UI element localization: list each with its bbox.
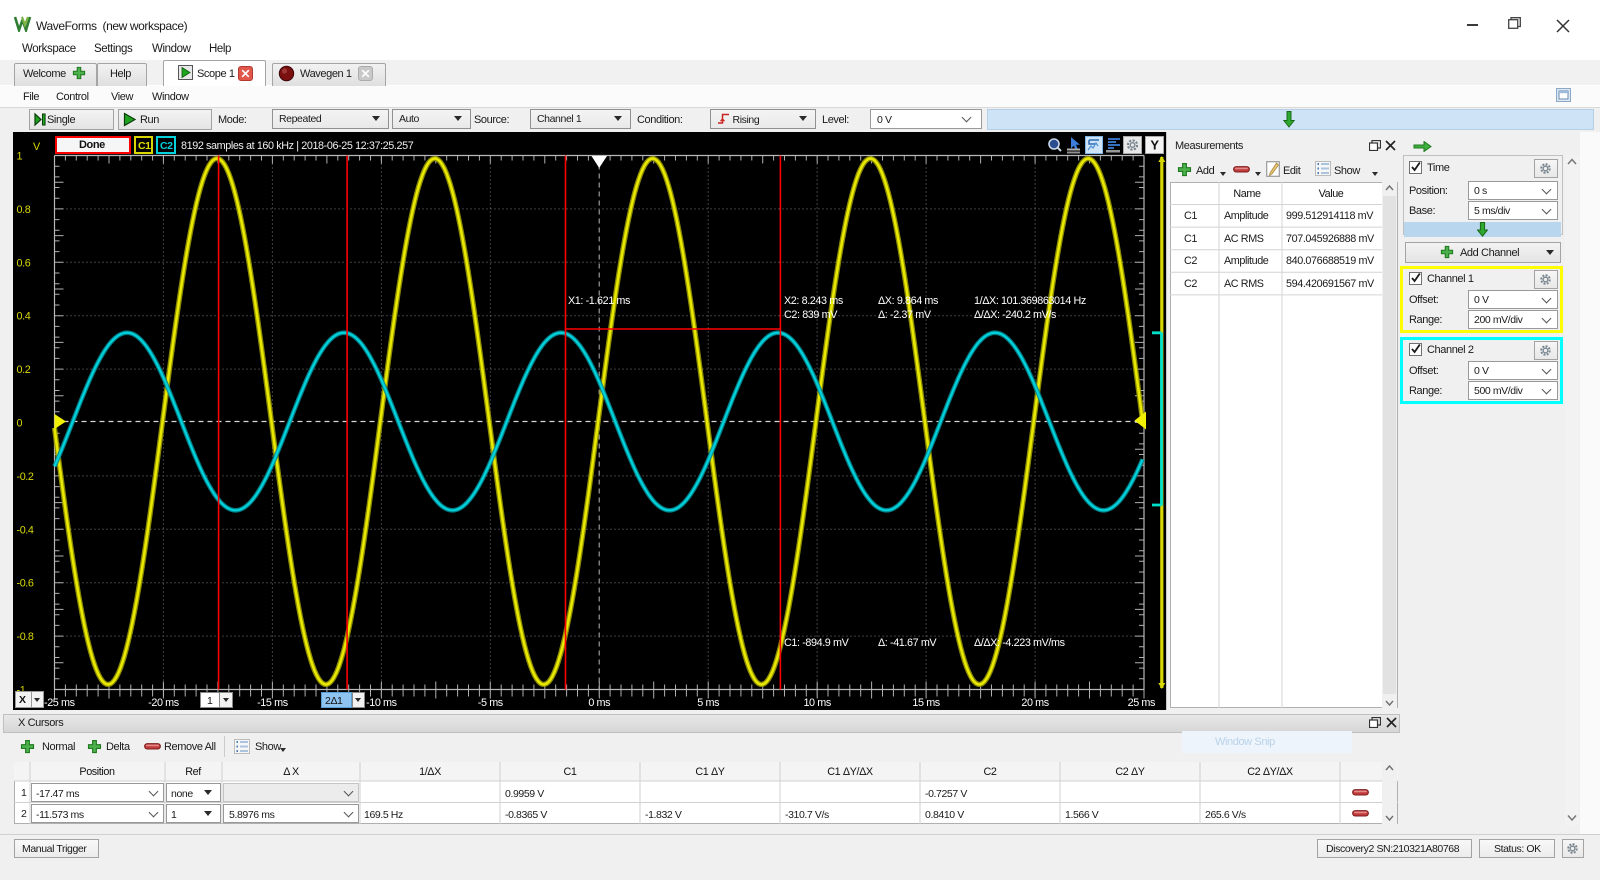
svg-text:-0.4: -0.4 — [17, 524, 34, 536]
svg-text:-15 ms: -15 ms — [257, 697, 289, 709]
svg-text:0.6: 0.6 — [17, 257, 31, 269]
svg-text:0.8: 0.8 — [17, 204, 31, 216]
svg-text:0.2: 0.2 — [17, 364, 31, 376]
svg-text:V: V — [33, 141, 41, 153]
svg-text:5 ms: 5 ms — [697, 697, 720, 709]
svg-text:-25 ms: -25 ms — [44, 697, 76, 709]
svg-text:-20 ms: -20 ms — [148, 697, 180, 709]
svg-text:10 ms: 10 ms — [803, 697, 831, 709]
svg-text:-0.8: -0.8 — [17, 631, 34, 643]
svg-text:C1: -894.9 mV: C1: -894.9 mV — [784, 637, 850, 649]
svg-text:1/ΔX: 101.369863014 Hz: 1/ΔX: 101.369863014 Hz — [974, 295, 1086, 307]
svg-text:Δ: -41.67 mV: Δ: -41.67 mV — [878, 637, 937, 649]
svg-text:C2: 839 mV: C2: 839 mV — [784, 309, 838, 321]
svg-text:0 ms: 0 ms — [588, 697, 611, 709]
svg-text:Δ: -2.37 mV: Δ: -2.37 mV — [878, 309, 932, 321]
svg-text:15 ms: 15 ms — [912, 697, 940, 709]
svg-text:-0.6: -0.6 — [17, 578, 34, 590]
svg-text:-5 ms: -5 ms — [478, 697, 504, 709]
svg-text:20 ms: 20 ms — [1021, 697, 1049, 709]
svg-text:1: 1 — [17, 151, 23, 163]
svg-text:X2: 8.243 ms: X2: 8.243 ms — [784, 295, 844, 307]
svg-text:ΔX: 9.864 ms: ΔX: 9.864 ms — [878, 295, 939, 307]
svg-text:-0.2: -0.2 — [17, 471, 34, 483]
svg-text:Δ/ΔX: -4.223 mV/ms: Δ/ΔX: -4.223 mV/ms — [974, 637, 1066, 649]
svg-text:0: 0 — [17, 418, 23, 430]
svg-text:0.4: 0.4 — [17, 311, 31, 323]
svg-text:Δ/ΔX: -240.2 mV/s: Δ/ΔX: -240.2 mV/s — [974, 309, 1057, 321]
svg-text:X1: -1.621 ms: X1: -1.621 ms — [568, 295, 631, 307]
svg-text:25 ms: 25 ms — [1128, 697, 1156, 709]
svg-text:Y: Y — [1150, 138, 1159, 153]
svg-text:-10 ms: -10 ms — [366, 697, 398, 709]
